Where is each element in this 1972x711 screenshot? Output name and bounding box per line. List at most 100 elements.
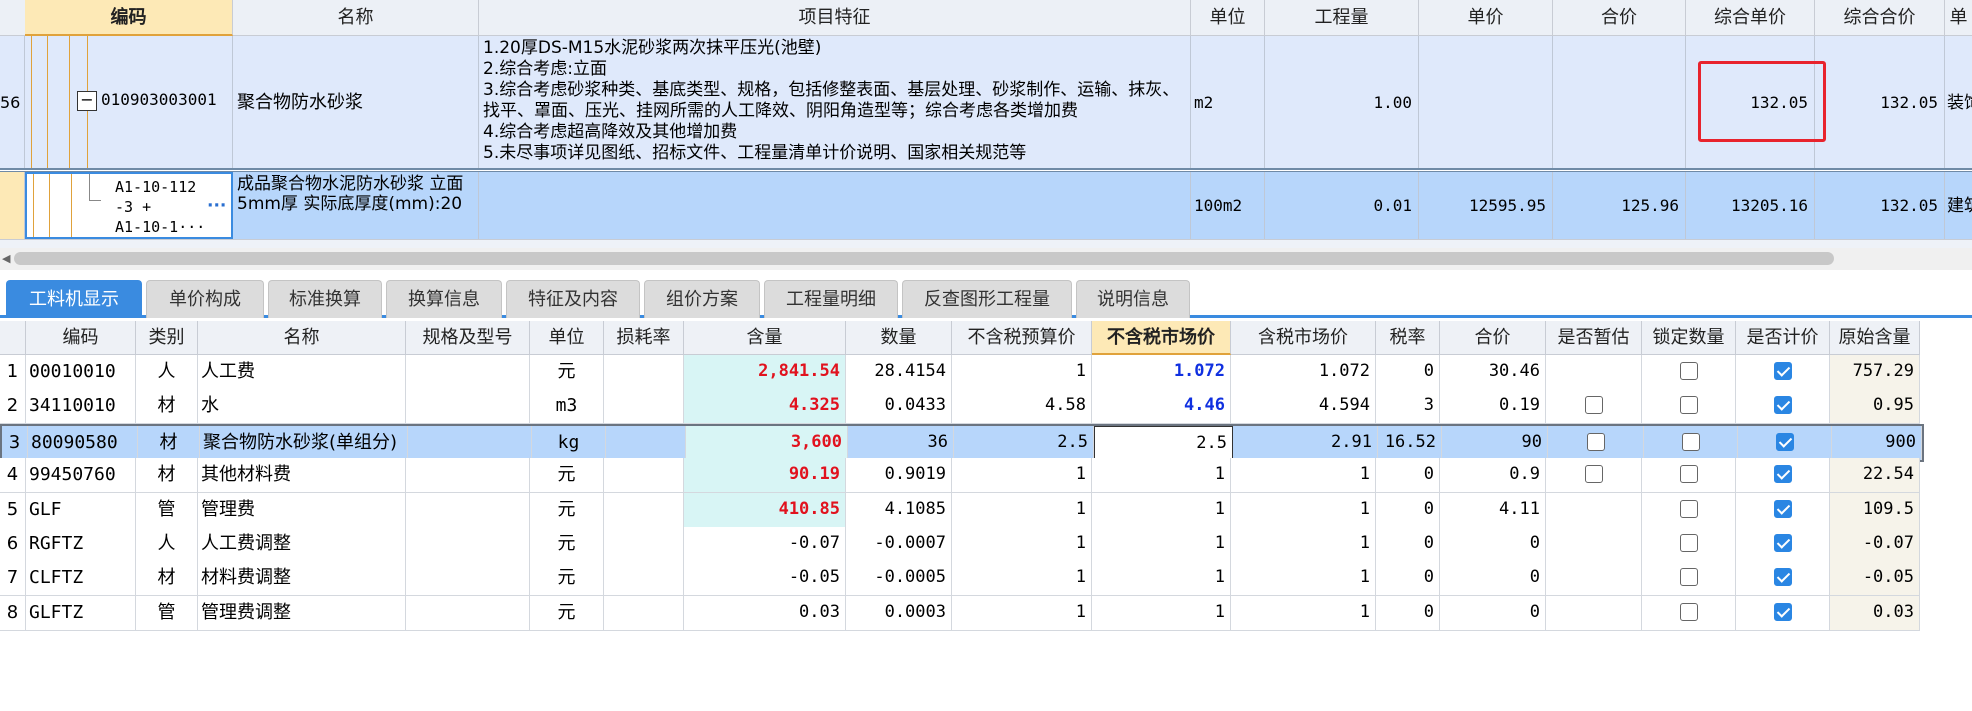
unchecked-checkbox-icon[interactable] <box>1679 362 1698 380</box>
table-row[interactable]: 1 00010010 人人工费元 2,841.54 28.4154 1 1.072 1.072… <box>0 355 1920 390</box>
material-quantity[interactable]: 36 <box>848 425 954 460</box>
col-header-tax-rate[interactable]: 税率 <box>1376 321 1440 355</box>
col-header-unit-price[interactable]: 单价 <box>1419 0 1553 36</box>
col-header-market-price[interactable]: 不含税市场价 <box>1092 321 1231 355</box>
checked-checkbox-icon[interactable] <box>1773 568 1792 587</box>
col-header-code[interactable]: 编码 <box>26 321 136 355</box>
material-quantity[interactable]: 0.0433 <box>846 389 952 424</box>
col-header-composite-total[interactable]: 综合合价 <box>1815 0 1945 36</box>
table-row[interactable]: 5 GLF 管管理费元 410.85 4.1085 1 1 1 0 4.11 109.5 <box>0 492 1920 528</box>
material-content[interactable]: 90.19 <box>684 458 846 493</box>
material-unit: 元 <box>530 355 604 389</box>
tab-features-content[interactable]: 特征及内容 <box>506 280 640 318</box>
tab-pricing-scheme[interactable]: 组价方案 <box>644 280 760 318</box>
material-total: 0.19 <box>1440 389 1546 424</box>
material-quantity[interactable]: 28.4154 <box>846 355 952 389</box>
checked-checkbox-icon[interactable] <box>1773 396 1792 415</box>
table-row-list-item[interactable]: A1-10-112 -3 + A1-10-1··· ··· 成品聚合物水泥防水砂… <box>0 171 1972 239</box>
material-content[interactable]: -0.07 <box>684 527 846 561</box>
unchecked-checkbox-icon[interactable] <box>1679 534 1698 552</box>
col-header-quantity[interactable]: 数量 <box>846 321 952 355</box>
checked-checkbox-icon[interactable] <box>1773 534 1792 552</box>
material-content[interactable]: 0.03 <box>684 595 846 630</box>
market-price-edit-input[interactable]: 2.5 <box>1094 425 1233 460</box>
material-quantity[interactable]: -0.0007 <box>846 527 952 561</box>
material-content[interactable]: 3,600 <box>686 425 848 460</box>
col-header-category[interactable]: 类别 <box>136 321 198 355</box>
more-button[interactable]: ··· <box>207 196 226 216</box>
col-header-is-estimate[interactable]: 是否暂估 <box>1546 321 1642 355</box>
col-header-loss-rate[interactable]: 损耗率 <box>604 321 684 355</box>
material-market-price[interactable]: 1 <box>1092 527 1231 561</box>
material-market-price[interactable]: 1 <box>1092 561 1231 596</box>
scroll-left-icon[interactable]: ◀ <box>2 252 10 265</box>
unchecked-checkbox-icon[interactable] <box>1586 432 1605 451</box>
unchecked-checkbox-icon[interactable] <box>1679 602 1698 621</box>
checked-checkbox-icon[interactable] <box>1773 362 1792 380</box>
material-market-price[interactable]: 4.46 <box>1092 389 1231 424</box>
col-header-code[interactable]: 编码 <box>25 0 233 36</box>
checked-checkbox-icon[interactable] <box>1773 602 1792 621</box>
horizontal-scrollbar[interactable]: ◀ <box>0 248 1972 270</box>
tab-description-info[interactable]: 说明信息 <box>1076 280 1190 318</box>
unchecked-checkbox-icon[interactable] <box>1679 568 1698 587</box>
unchecked-checkbox-icon[interactable] <box>1679 396 1698 415</box>
col-header-total[interactable]: 合价 <box>1440 321 1546 355</box>
table-row[interactable]: 3 80090580 材聚合物防水砂浆(单组分) kg 3,600 36 2.5 2.5 2.9… <box>0 423 1924 462</box>
unchecked-checkbox-icon[interactable] <box>1584 396 1603 415</box>
col-header-name[interactable]: 名称 <box>233 0 479 36</box>
unchecked-checkbox-icon[interactable] <box>1679 499 1698 518</box>
col-header-content[interactable]: 含量 <box>684 321 846 355</box>
col-header-unit[interactable]: 单位 <box>530 321 604 355</box>
col-header-unit[interactable]: 单位 <box>1191 0 1265 36</box>
material-quantity[interactable]: 0.9019 <box>846 458 952 493</box>
tab-quantity-details[interactable]: 工程量明细 <box>764 280 898 318</box>
code-cell[interactable]: − 010903003001 <box>25 36 233 168</box>
material-quantity[interactable]: 0.0003 <box>846 595 952 630</box>
col-header-is-priced[interactable]: 是否计价 <box>1736 321 1830 355</box>
col-header-composite-unit-price[interactable]: 综合单价 <box>1686 0 1815 36</box>
table-row[interactable]: 7 CLFTZ 材材料费调整元 -0.05 -0.0005 1 1 1 0 0 -0.05 <box>0 561 1920 597</box>
material-market-price[interactable]: 1 <box>1092 492 1231 527</box>
checked-checkbox-icon[interactable] <box>1773 465 1792 484</box>
material-market-price[interactable]: 1 <box>1092 595 1231 630</box>
col-header-tax-market-price[interactable]: 含税市场价 <box>1231 321 1376 355</box>
code-cell[interactable]: A1-10-112 -3 + A1-10-1··· ··· <box>25 172 233 239</box>
col-header-budget-price[interactable]: 不含税预算价 <box>952 321 1092 355</box>
checked-checkbox-icon[interactable] <box>1775 432 1794 451</box>
col-header-name[interactable]: 名称 <box>198 321 406 355</box>
col-header-lock-qty[interactable]: 锁定数量 <box>1642 321 1736 355</box>
col-header-features[interactable]: 项目特征 <box>479 0 1191 36</box>
collapse-icon[interactable]: − <box>77 91 97 111</box>
material-quantity[interactable]: 4.1085 <box>846 492 952 527</box>
material-content[interactable]: -0.05 <box>684 561 846 596</box>
table-row[interactable]: 6 RGFTZ 人人工费调整元 -0.07 -0.0007 1 1 1 0 0 -0.07 <box>0 527 1920 562</box>
material-market-price[interactable]: 1 <box>1092 458 1231 493</box>
col-header-original-content[interactable]: 原始含量 <box>1830 321 1920 355</box>
material-content[interactable]: 2,841.54 <box>684 355 846 389</box>
tab-labor-material-machine[interactable]: 工料机显示 <box>6 280 142 318</box>
material-quantity[interactable]: -0.0005 <box>846 561 952 596</box>
tab-reverse-check-quantity[interactable]: 反查图形工程量 <box>902 280 1072 318</box>
tab-unit-price-composition[interactable]: 单价构成 <box>146 280 264 318</box>
unchecked-checkbox-icon[interactable] <box>1681 432 1700 451</box>
checked-checkbox-icon[interactable] <box>1773 499 1792 518</box>
col-header-total-price[interactable]: 合价 <box>1553 0 1686 36</box>
table-row[interactable]: 4 99450760 材其他材料费元 90.19 0.9019 1 1 1 0 0.9 22.54 <box>0 458 1920 494</box>
scrollbar-thumb[interactable] <box>14 252 1834 265</box>
unchecked-checkbox-icon[interactable] <box>1679 465 1698 484</box>
col-header-quantity[interactable]: 工程量 <box>1265 0 1419 36</box>
tab-standard-conversion[interactable]: 标准换算 <box>268 280 382 318</box>
col-header-extra[interactable]: 单 <box>1945 0 1972 36</box>
table-row-list-item[interactable]: 56 − 010903003001 聚合物防水砂浆 1.20厚DS-M15水泥砂… <box>0 36 1972 170</box>
table-row[interactable]: 2 34110010 材水 m3 4.325 0.0433 4.58 4.46 4.594 3 0.… <box>0 389 1920 425</box>
unchecked-checkbox-icon[interactable] <box>1584 465 1603 484</box>
table-row[interactable]: 8 GLFTZ 管管理费调整元 0.03 0.0003 1 1 1 0 0 0.03 <box>0 595 1920 631</box>
material-content[interactable]: 4.325 <box>684 389 846 424</box>
item-quantity[interactable]: 1.00 <box>1265 36 1419 168</box>
material-market-price[interactable]: 1.072 <box>1092 355 1231 389</box>
tab-conversion-info[interactable]: 换算信息 <box>386 280 502 318</box>
col-header-spec[interactable]: 规格及型号 <box>406 321 530 355</box>
material-content[interactable]: 410.85 <box>684 492 846 527</box>
subitem-quantity[interactable]: 0.01 <box>1265 172 1419 239</box>
